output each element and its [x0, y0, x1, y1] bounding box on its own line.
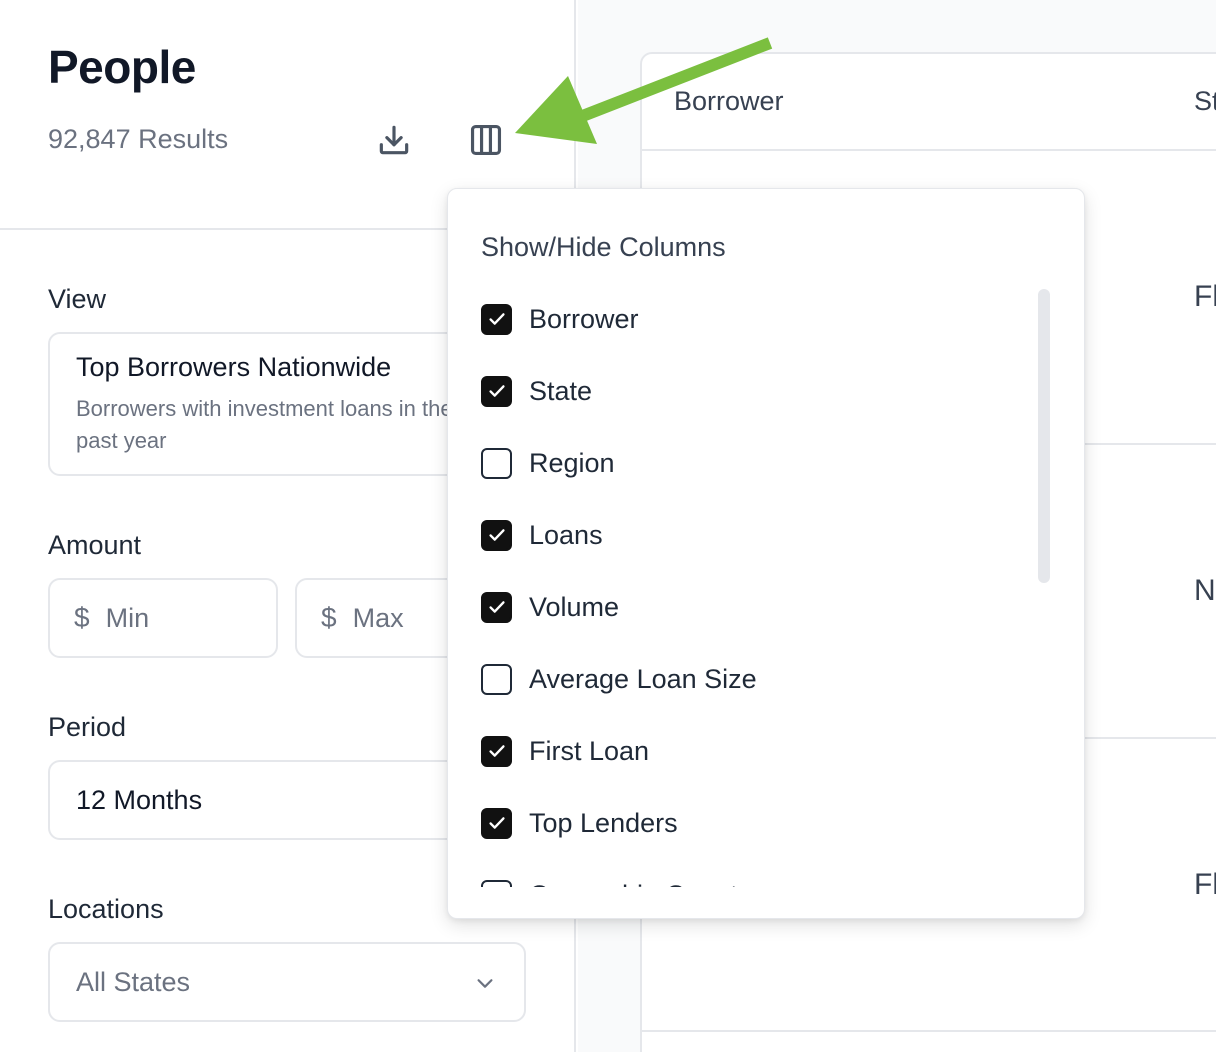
results-count: 92,847 Results — [48, 124, 229, 154]
amount-min-placeholder: Min — [105, 602, 150, 633]
columns-button[interactable] — [462, 116, 510, 164]
column-header-borrower[interactable]: Borrower — [674, 86, 784, 117]
menu-scrollbar[interactable] — [1038, 289, 1050, 583]
column-header-state[interactable]: St — [1194, 86, 1216, 117]
checkbox[interactable] — [481, 807, 512, 839]
columns-icon — [470, 124, 502, 156]
column-option-average-loan-size[interactable]: Average Loan Size — [481, 643, 1041, 715]
column-option-label: Region — [529, 447, 615, 478]
checkbox[interactable] — [481, 591, 512, 623]
view-description: Borrowers with investment loans in the p… — [76, 396, 453, 453]
amount-min-input[interactable]: $ Min — [48, 578, 278, 658]
checkbox[interactable] — [481, 519, 512, 551]
period-label: Period — [48, 712, 127, 742]
menu-title: Show/Hide Columns — [481, 232, 726, 262]
page-title: People — [48, 41, 196, 93]
column-option-borrower[interactable]: Borrower — [481, 283, 1041, 355]
column-option-state[interactable]: State — [481, 355, 1041, 427]
column-option-volume[interactable]: Volume — [481, 571, 1041, 643]
locations-value: All States — [76, 966, 191, 997]
column-option-ownership-count[interactable]: Ownership Count — [481, 859, 1041, 887]
table-cell-state: Fl — [1194, 280, 1216, 313]
amount-label: Amount — [48, 530, 142, 560]
column-option-label: Ownership Count — [529, 880, 738, 888]
checkbox[interactable] — [481, 879, 512, 887]
table-cell-state: Fl — [1194, 868, 1216, 901]
column-option-loans[interactable]: Loans — [481, 499, 1041, 571]
column-option-label: State — [529, 375, 593, 406]
check-icon — [488, 817, 505, 829]
currency-symbol: $ — [321, 602, 337, 633]
column-option-label: Loans — [529, 519, 603, 550]
table-cell-state: N — [1194, 574, 1216, 607]
checkbox[interactable] — [481, 735, 512, 767]
column-option-label: First Loan — [529, 735, 650, 766]
checkbox[interactable] — [481, 303, 512, 335]
check-icon — [488, 745, 505, 757]
check-icon — [488, 313, 505, 325]
view-label: View — [48, 284, 107, 314]
header-divider — [642, 149, 1216, 151]
column-visibility-menu: Show/Hide Columns Borrower State Region Loa… — [447, 188, 1085, 919]
locations-select[interactable]: All States — [48, 942, 526, 1022]
currency-symbol: $ — [74, 602, 90, 633]
column-option-top-lenders[interactable]: Top Lenders — [481, 787, 1041, 859]
column-option-region[interactable]: Region — [481, 427, 1041, 499]
amount-max-placeholder: Max — [352, 602, 404, 633]
view-title: Top Borrowers Nationwide — [76, 352, 392, 382]
column-options-list: Borrower State Region Loans Volume Average Lo… — [481, 283, 1041, 887]
column-option-label: Average Loan Size — [529, 663, 757, 694]
chevron-down-icon — [477, 979, 493, 988]
column-option-first-loan[interactable]: First Loan — [481, 715, 1041, 787]
check-icon — [488, 385, 505, 397]
column-option-label: Volume — [529, 591, 620, 622]
column-option-label: Top Lenders — [529, 807, 678, 838]
period-value: 12 Months — [76, 784, 203, 815]
checkbox[interactable] — [481, 663, 512, 695]
locations-label: Locations — [48, 894, 164, 924]
check-icon — [488, 601, 505, 613]
row-divider — [642, 1030, 1216, 1032]
check-icon — [488, 529, 505, 541]
download-button[interactable] — [370, 116, 418, 164]
checkbox[interactable] — [481, 375, 512, 407]
download-icon — [379, 125, 409, 155]
column-option-label: Borrower — [529, 303, 639, 334]
checkbox[interactable] — [481, 447, 512, 479]
